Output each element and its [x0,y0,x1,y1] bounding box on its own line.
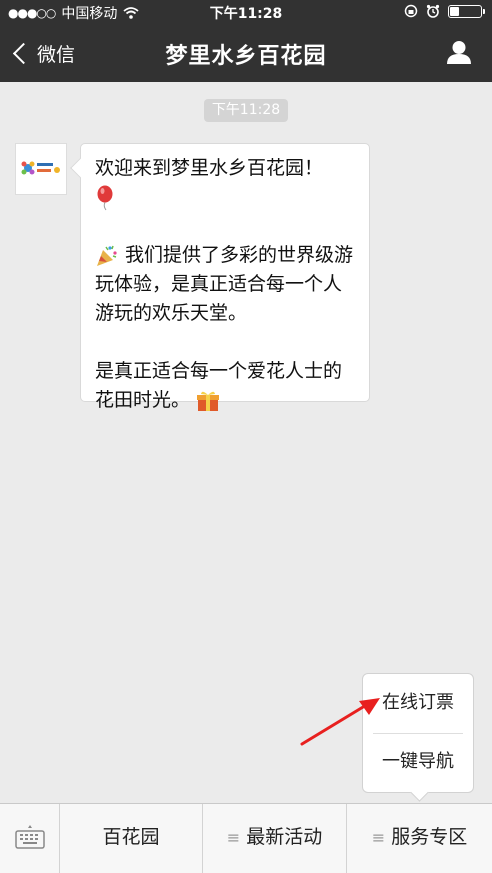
status-bar: ●●●○○ 中国移动 下午11:28 [0,0,492,24]
balloon-emoji [97,185,113,210]
keyboard-toggle-button[interactable] [0,804,60,873]
party-popper-emoji [97,245,117,266]
menu-item-label: 最新活动 [246,826,323,848]
top-bar: ●●●○○ 中国移动 下午11:28 微信 梦里水乡百花园 [0,0,492,82]
menu-item-baihuayuan[interactable]: 百花园 [60,804,203,873]
keyboard-icon [15,825,45,849]
submenu-indicator-icon: ≡ [371,828,386,847]
battery-icon [448,4,485,18]
message-greeting: 欢迎来到梦里水乡百花园！ [95,157,324,179]
nav-bar: 微信 梦里水乡百花园 [0,24,492,82]
avatar[interactable] [15,143,67,195]
menu-item-label: 服务专区 [391,826,468,848]
alarm-icon [426,4,440,18]
message-paragraph-2: 我们提供了多彩的世界级游玩体验，是真正适合每一个人游玩的欢乐天堂。 [95,244,354,324]
page-title: 梦里水乡百花园 [165,44,327,69]
gift-emoji [197,391,220,411]
rotation-lock-icon [404,4,418,18]
message-time-tag: 下午11:28 [204,99,288,122]
annotation-arrow [300,698,380,746]
menu-item-label: 百花园 [102,826,160,848]
user-icon[interactable] [446,39,472,65]
account-logo-icon [21,161,60,175]
submenu-indicator-icon: ≡ [226,828,241,847]
menu-item-latest-events[interactable]: ≡ 最新活动 [203,804,347,873]
bottom-menu-bar: 百花园 ≡ 最新活动 ≡ 服务专区 [0,803,492,873]
message-bubble: 欢迎来到梦里水乡百花园！ 我们提供了多彩的世界级游玩体验，是真正适合每一个人游玩… [80,143,370,411]
menu-item-service-zone[interactable]: ≡ 服务专区 [347,804,492,873]
